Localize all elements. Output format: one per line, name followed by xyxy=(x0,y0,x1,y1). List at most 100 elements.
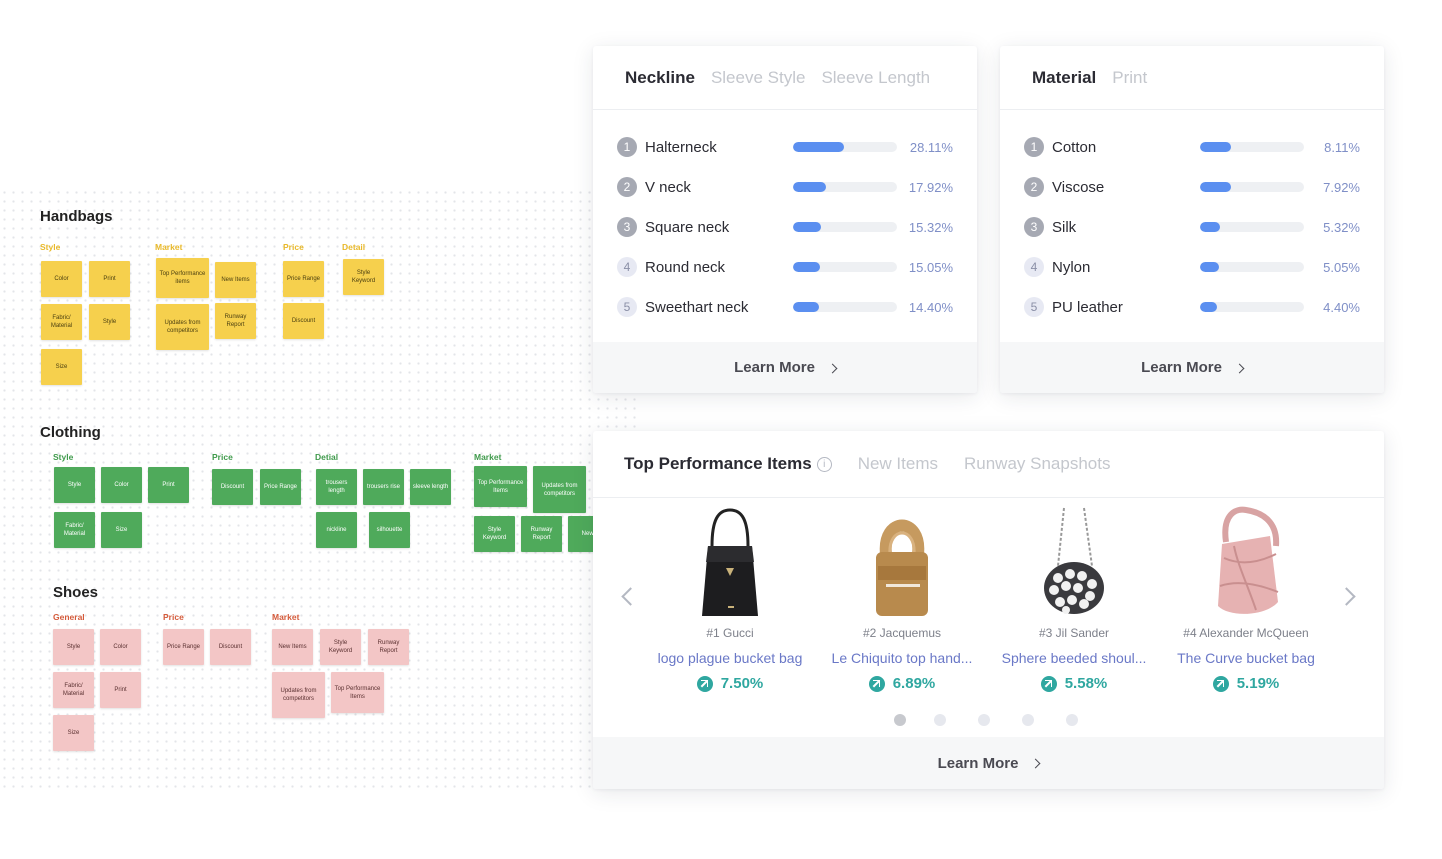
sticky-note[interactable]: Runway Report xyxy=(521,516,562,552)
sticky-note[interactable]: New Items xyxy=(215,262,256,298)
sticky-note[interactable]: Color xyxy=(100,629,141,665)
sticky-note[interactable]: Size xyxy=(41,349,82,385)
sticky-note[interactable]: Style xyxy=(54,467,95,503)
sticky-note[interactable]: trousers rise xyxy=(363,469,404,505)
sticky-note[interactable]: trousers length xyxy=(316,469,357,505)
handbags-title: Handbags xyxy=(40,208,113,225)
sticky-note[interactable]: Fabric/ Material xyxy=(54,512,95,548)
chevron-right-icon xyxy=(827,363,838,373)
ranked-row[interactable]: 3 Square neck 15.32% xyxy=(617,215,953,239)
product-name[interactable]: The Curve bucket bag xyxy=(1166,650,1326,666)
ranked-row[interactable]: 1 Cotton 8.11% xyxy=(1024,135,1360,159)
product-name[interactable]: Le Chiquito top hand... xyxy=(822,650,982,666)
sticky-note[interactable]: Style xyxy=(53,629,94,665)
carousel-dot[interactable] xyxy=(1066,714,1078,726)
neckline-card: Neckline Sleeve Style Sleeve Length 1 Hal… xyxy=(593,46,977,393)
row-percentage: 15.32% xyxy=(908,219,953,235)
growth-value: 5.58% xyxy=(1064,675,1108,692)
sticky-note[interactable]: Color xyxy=(101,467,142,503)
rank-badge: 1 xyxy=(1024,137,1044,157)
sticky-note[interactable]: Fabric/ Material xyxy=(53,672,94,708)
carousel-dot[interactable] xyxy=(978,714,990,726)
sticky-note[interactable]: Print xyxy=(148,467,189,503)
sticky-note[interactable]: nickline xyxy=(316,512,357,548)
sticky-note[interactable]: Print xyxy=(89,261,130,297)
learn-more-button[interactable]: Learn More xyxy=(1000,342,1384,393)
sticky-note[interactable]: Fabric/ Material xyxy=(41,304,82,340)
progress-bar xyxy=(793,142,897,152)
sticky-note[interactable]: Style Keyword xyxy=(474,516,515,552)
info-icon[interactable]: i xyxy=(816,457,832,472)
sticky-note[interactable]: Runway Report xyxy=(368,629,409,665)
progress-fill xyxy=(1200,262,1220,272)
tab-print[interactable]: Print xyxy=(1112,68,1147,88)
tab-sleeve-style[interactable]: Sleeve Style xyxy=(711,68,806,88)
product-growth: 5.19% xyxy=(1166,675,1326,692)
product-card[interactable]: #3 Jil Sander Sphere beeded shoul... 5.5… xyxy=(994,506,1154,692)
ranked-row[interactable]: 4 Round neck 15.05% xyxy=(617,255,953,279)
progress-bar xyxy=(1200,262,1304,272)
sticky-note[interactable]: Discount xyxy=(283,303,324,339)
sticky-note[interactable]: Price Range xyxy=(163,629,204,665)
row-label: Silk xyxy=(1052,218,1077,236)
ranked-row[interactable]: 5 Sweethart neck 14.40% xyxy=(617,295,953,319)
sticky-note[interactable]: Top Performance Items xyxy=(331,672,384,713)
sticky-note[interactable]: Size xyxy=(101,512,142,548)
progress-fill xyxy=(1200,302,1217,312)
sticky-note[interactable]: Style xyxy=(89,304,130,340)
sticky-note[interactable]: Price Range xyxy=(283,261,324,297)
carousel-dot[interactable] xyxy=(934,714,946,726)
sticky-note[interactable]: Style Keyword xyxy=(343,259,384,295)
tab-material[interactable]: Material xyxy=(1032,68,1096,88)
product-card[interactable]: #4 Alexander McQueen The Curve bucket ba… xyxy=(1166,506,1326,692)
tab-runway-snapshots[interactable]: Runway Snapshots xyxy=(964,454,1110,474)
sticky-note[interactable]: Size xyxy=(53,715,94,751)
carousel-dot[interactable] xyxy=(1022,714,1034,726)
ranked-row[interactable]: 5 PU leather 4.40% xyxy=(1024,295,1360,319)
sticky-note[interactable]: silhouette xyxy=(369,512,410,548)
tab-top-performance-items[interactable]: Top Performance Items i xyxy=(624,454,832,474)
sticky-note[interactable]: Print xyxy=(100,672,141,708)
progress-bar xyxy=(793,302,897,312)
product-rank: #4 Alexander McQueen xyxy=(1183,626,1309,640)
tab-sleeve-length[interactable]: Sleeve Length xyxy=(821,68,930,88)
sticky-note[interactable]: Updates from competitors xyxy=(533,466,586,513)
rank-badge: 3 xyxy=(1024,217,1044,237)
shoes-col-general: General xyxy=(53,612,85,622)
ranked-row[interactable]: 1 Halterneck 28.11% xyxy=(617,135,953,159)
row-percentage: 5.32% xyxy=(1323,219,1360,235)
product-name[interactable]: Sphere beeded shoul... xyxy=(994,650,1154,666)
sticky-note[interactable]: Updates from competitors xyxy=(156,304,209,350)
sticky-note[interactable]: Discount xyxy=(210,629,251,665)
learn-more-button[interactable]: Learn More xyxy=(593,342,977,393)
sticky-note[interactable]: Updates from competitors xyxy=(272,672,325,718)
ranked-row[interactable]: 4 Nylon 5.05% xyxy=(1024,255,1360,279)
product-card[interactable]: #2 Jacquemus Le Chiquito top hand... 6.8… xyxy=(822,506,982,692)
sticky-note[interactable]: New Items xyxy=(272,629,313,665)
ranked-row[interactable]: 2 Viscose 7.92% xyxy=(1024,175,1360,199)
sticky-note[interactable]: Price Range xyxy=(260,469,301,505)
sticky-note[interactable]: Runway Report xyxy=(215,303,256,339)
clothing-col-price: Price xyxy=(212,452,233,462)
product-name[interactable]: logo plague bucket bag xyxy=(650,650,810,666)
neckline-tabs: Neckline Sleeve Style Sleeve Length xyxy=(593,46,977,110)
chevron-right-icon xyxy=(1030,758,1041,769)
sticky-note[interactable]: Color xyxy=(41,261,82,297)
learn-more-button[interactable]: Learn More xyxy=(593,737,1384,789)
row-percentage: 5.05% xyxy=(1323,259,1360,275)
progress-fill xyxy=(793,222,821,232)
progress-fill xyxy=(1200,142,1232,152)
tab-neckline[interactable]: Neckline xyxy=(625,68,695,88)
product-card[interactable]: #1 Gucci logo plague bucket bag 7.50% xyxy=(650,506,810,692)
sticky-note[interactable]: Discount xyxy=(212,469,253,505)
ranked-row[interactable]: 2 V neck 17.92% xyxy=(617,175,953,199)
sticky-note[interactable]: Style Keyword xyxy=(320,629,361,665)
rank-badge: 2 xyxy=(617,177,637,197)
sticky-note[interactable]: Top Performance items xyxy=(156,258,209,298)
ranked-row[interactable]: 3 Silk 5.32% xyxy=(1024,215,1360,239)
tab-new-items[interactable]: New Items xyxy=(858,454,938,474)
sticky-note[interactable]: Top Performance Items xyxy=(474,466,527,507)
carousel-dot[interactable] xyxy=(894,714,906,726)
rank-badge: 4 xyxy=(1024,257,1044,277)
sticky-note[interactable]: sleeve length xyxy=(410,469,451,505)
